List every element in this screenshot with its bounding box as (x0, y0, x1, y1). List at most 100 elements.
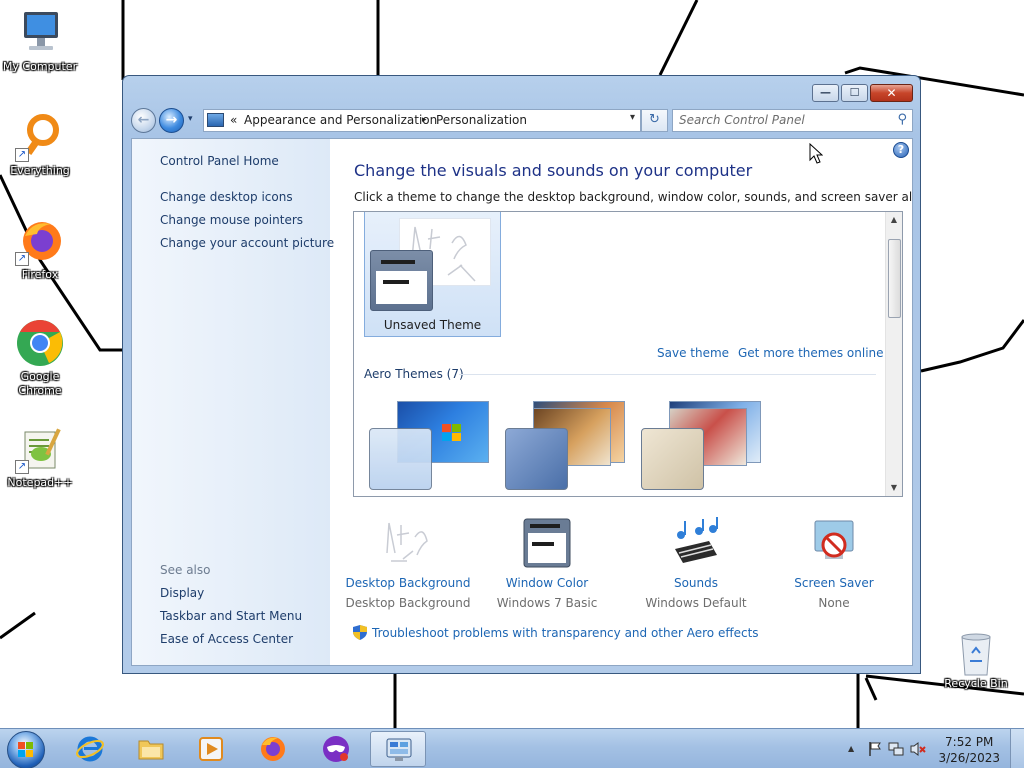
windows-logo-icon (18, 742, 33, 757)
theme-color-swatch (369, 428, 432, 490)
taskbar-start-menu-link[interactable]: Taskbar and Start Menu (160, 609, 302, 623)
mouse-cursor-icon (809, 143, 823, 164)
sounds-setting[interactable]: Sounds Windows Default (631, 517, 761, 610)
desktop-icon-label: Google Chrome (18, 370, 62, 397)
show-desktop-button[interactable] (1010, 729, 1024, 768)
page-subtitle: Click a theme to change the desktop back… (354, 190, 913, 204)
refresh-icon: ↻ (649, 112, 660, 127)
scroll-thumb[interactable] (888, 239, 901, 318)
desktop-icon-label: Notepad++ (7, 476, 73, 489)
control-panel-icon (386, 738, 412, 761)
clock-date: 3/26/2023 (938, 751, 1000, 765)
wallpaper-sketch-icon (381, 517, 435, 569)
privacy-mask-icon (323, 736, 349, 762)
breadcrumb-appearance[interactable]: Appearance and Personalization (244, 113, 437, 127)
setting-value: Desktop Background (345, 596, 471, 610)
network-icon[interactable] (888, 741, 904, 757)
help-icon: ? (897, 143, 905, 156)
theme-color-swatch (505, 428, 568, 490)
search-input[interactable] (679, 113, 879, 127)
change-mouse-pointers-link[interactable]: Change mouse pointers (160, 213, 303, 227)
get-more-themes-link[interactable]: Get more themes online (738, 346, 884, 360)
save-theme-link[interactable]: Save theme (657, 346, 729, 360)
desktop-icon-firefox[interactable]: ↗ Firefox (0, 216, 80, 282)
troubleshoot-link[interactable]: Troubleshoot problems with transparency … (353, 625, 759, 640)
aero-themes-heading: Aero Themes (7) (364, 367, 464, 381)
divider (459, 374, 876, 375)
theme-item-unsaved[interactable]: Unsaved Theme (364, 212, 501, 337)
window-color-setting[interactable]: Window Color Windows 7 Basic (482, 517, 612, 610)
search-box[interactable]: ⚲ (672, 109, 913, 132)
theme-list-scrollbar[interactable]: ▲ ▼ (885, 212, 902, 496)
setting-title[interactable]: Screen Saver (769, 576, 899, 590)
volume-muted-icon[interactable] (910, 741, 926, 757)
setting-title[interactable]: Window Color (482, 576, 612, 590)
setting-title[interactable]: Sounds (631, 576, 761, 590)
breadcrumb-personalization[interactable]: Personalization (436, 113, 527, 127)
computer-icon (15, 8, 65, 58)
navigation-bar: ← → ▾ « Appearance and Personalization ▸… (131, 106, 913, 134)
refresh-button[interactable]: ↻ (641, 109, 668, 132)
personalization-window: — ☐ ✕ ← → ▾ « Appearance and Personaliza… (122, 75, 921, 674)
change-desktop-icons-link[interactable]: Change desktop icons (160, 190, 293, 204)
control-panel-home-link[interactable]: Control Panel Home (160, 154, 279, 168)
aero-theme-architecture[interactable] (500, 398, 625, 493)
change-account-picture-link[interactable]: Change your account picture (160, 236, 334, 250)
control-panel-icon (207, 113, 224, 127)
taskbar-firefox[interactable] (245, 731, 301, 767)
minimize-icon: — (820, 86, 831, 99)
minimize-button[interactable]: — (812, 84, 839, 102)
start-button[interactable] (7, 731, 45, 768)
desktop-icon-label: Everything (10, 164, 70, 177)
desktop-icon-label: My Computer (2, 60, 78, 73)
taskbar-control-panel[interactable] (370, 731, 426, 767)
desktop-icon-label: Recycle Bin (944, 677, 1008, 690)
breadcrumb-prefix[interactable]: « (230, 113, 237, 127)
setting-value: Windows Default (645, 596, 747, 610)
media-player-icon (199, 737, 223, 761)
desktop-icon-recycle-bin[interactable]: Recycle Bin (938, 631, 1014, 691)
search-icon[interactable]: ⚲ (897, 112, 907, 127)
theme-name: Unsaved Theme (383, 318, 482, 332)
scroll-down-icon[interactable]: ▼ (886, 480, 902, 496)
content-bar-mark (383, 280, 409, 284)
system-clock[interactable]: 7:52 PM 3/26/2023 (938, 734, 1000, 766)
clock-time: 7:52 PM (945, 735, 994, 749)
screen-saver-setting[interactable]: Screen Saver None (769, 517, 899, 610)
recent-pages-dropdown[interactable]: ▾ (188, 114, 193, 124)
taskbar-privacy-app[interactable] (308, 731, 364, 767)
notification-area: ▲ 7:52 PM 3/26/2023 (844, 729, 1024, 768)
aero-theme-characters[interactable] (636, 398, 761, 493)
scroll-up-icon[interactable]: ▲ (886, 212, 902, 228)
desktop-icon-everything[interactable]: ↗ Everything (0, 112, 80, 178)
display-link[interactable]: Display (160, 586, 204, 600)
shield-icon (353, 625, 367, 640)
desktop-icon-my-computer[interactable]: My Computer (0, 8, 80, 74)
everything-search-icon: ↗ (15, 112, 65, 162)
internet-explorer-icon (76, 736, 104, 762)
back-button[interactable]: ← (131, 108, 156, 133)
breadcrumb-separator-icon[interactable]: ▸ (422, 115, 427, 125)
show-hidden-icons-button[interactable]: ▲ (848, 744, 854, 753)
close-button[interactable]: ✕ (870, 84, 913, 102)
aero-theme-windows7[interactable] (364, 398, 489, 493)
action-center-flag-icon[interactable] (868, 741, 882, 757)
help-button[interactable]: ? (893, 142, 909, 158)
taskbar-explorer[interactable] (123, 731, 179, 767)
maximize-icon: ☐ (849, 86, 860, 99)
taskbar-internet-explorer[interactable] (62, 731, 118, 767)
desktop-icon-google-chrome[interactable]: Google Chrome (0, 318, 80, 398)
setting-title[interactable]: Desktop Background (343, 576, 473, 590)
taskbar-media-player[interactable] (183, 731, 239, 767)
music-notes-icon (669, 517, 723, 569)
desktop-icon-notepadpp[interactable]: ↗ Notepad++ (0, 424, 80, 490)
shortcut-arrow-icon: ↗ (15, 460, 29, 474)
address-bar[interactable]: « Appearance and Personalization ▸ Perso… (203, 109, 641, 132)
troubleshoot-text[interactable]: Troubleshoot problems with transparency … (372, 626, 759, 640)
address-dropdown-icon[interactable]: ▾ (630, 112, 635, 123)
forward-button[interactable]: → (159, 108, 184, 133)
desktop-background-setting[interactable]: Desktop Background Desktop Background (343, 517, 473, 610)
caption-buttons: — ☐ ✕ (810, 84, 913, 102)
ease-of-access-link[interactable]: Ease of Access Center (160, 632, 293, 646)
maximize-button[interactable]: ☐ (841, 84, 868, 102)
